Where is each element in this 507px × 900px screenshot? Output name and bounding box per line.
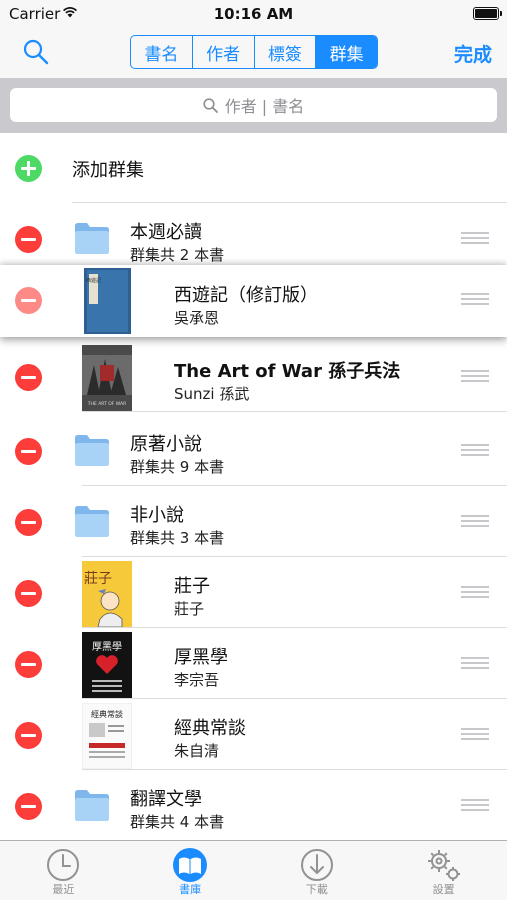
item-title: 原著小說 [130,434,202,455]
item-title: 本週必讀 [130,222,202,243]
battery-icon [473,7,502,20]
book-cover-xiyouji: 西遊記 [84,268,131,334]
tab-label: 書庫 [179,883,202,896]
segment-tags[interactable]: 標簽 [255,36,317,68]
tab-settings[interactable]: 設置 [380,841,507,900]
cover-text: 厚黑學 [92,640,122,653]
delete-icon[interactable] [15,287,42,314]
reorder-handle-icon[interactable] [461,232,489,244]
folder-icon [75,790,109,821]
tab-label: 下載 [305,883,328,896]
sort-segmented-control: 書名 作者 標簽 群集 [130,35,378,69]
segment-title[interactable]: 書名 [131,36,193,68]
add-collection-row[interactable]: 添加群集 [0,133,507,203]
list-item[interactable]: THE ART OF WAR The Art of War 孫子兵法 Sunzi… [0,342,507,412]
tab-label: 設置 [432,883,455,896]
list-item[interactable]: 翻譯文學 群集共 4 本書 [0,771,507,841]
reorder-handle-icon[interactable] [461,370,489,382]
search-placeholder: 作者 | 書名 [224,97,305,116]
segment-collections[interactable]: 群集 [316,36,377,68]
book-cover-houheixue: 厚黑學 [82,632,132,698]
item-subtitle: 朱自清 [174,742,220,760]
delete-icon[interactable] [15,438,42,465]
delete-icon[interactable] [15,793,42,820]
item-subtitle: 群集共 3 本書 [130,529,225,547]
list-item[interactable]: 原著小說 群集共 9 本書 [0,416,507,486]
add-icon[interactable] [15,155,42,182]
item-title: 翻譯文學 [130,789,202,810]
tab-recent[interactable]: 最近 [0,841,127,900]
item-subtitle: 群集共 9 本書 [130,458,225,476]
add-collection-label: 添加群集 [72,160,144,181]
navigation-bar: 書名 作者 標簽 群集 完成 [0,28,507,78]
item-title: 經典常談 [174,718,246,739]
list-item[interactable]: 莊子 莊子 莊子 [0,558,507,628]
clock-icon [47,849,80,881]
search-icon [203,97,218,113]
delete-icon[interactable] [15,364,42,391]
book-cover-zhuangzi: 莊子 [82,561,132,627]
reorder-handle-icon[interactable] [461,293,489,305]
done-button[interactable]: 完成 [454,40,492,67]
status-bar: Carrier 10:16 AM [0,0,507,28]
item-title: The Art of War 孫子兵法 [174,361,401,382]
reorder-handle-icon[interactable] [461,728,489,740]
delete-icon[interactable] [15,226,42,253]
reorder-handle-icon[interactable] [461,586,489,598]
item-title: 莊子 [174,576,210,597]
cover-text: 經典常談 [91,709,123,719]
list-item[interactable]: 本週必讀 群集共 2 本書 [0,204,507,274]
search-input[interactable]: 作者 | 書名 [10,88,497,122]
item-subtitle: 吳承恩 [174,309,220,327]
cover-text: 莊子 [84,571,112,587]
delete-icon[interactable] [15,509,42,536]
cover-text: 西遊記 [86,277,101,284]
item-title: 西遊記（修訂版） [174,285,318,306]
tab-bar: 最近 書庫 下載 設置 [0,840,507,900]
item-subtitle: Sunzi 孫武 [174,385,250,403]
list-item[interactable]: 經典常談 經典常談 朱自清 [0,700,507,770]
reorder-handle-icon[interactable] [461,657,489,669]
tab-library[interactable]: 書庫 [127,841,254,900]
book-icon [173,848,208,882]
item-title: 厚黑學 [174,647,228,668]
reorder-handle-icon[interactable] [461,799,489,811]
segment-author[interactable]: 作者 [193,36,255,68]
search-bar: 作者 | 書名 [0,78,507,133]
download-icon [300,849,333,881]
delete-icon[interactable] [15,651,42,678]
item-title: 非小說 [130,505,184,526]
gear-icon [427,850,460,881]
book-cover-jingdian: 經典常談 [82,703,132,769]
delete-icon[interactable] [15,722,42,749]
item-subtitle: 莊子 [174,600,205,618]
item-subtitle: 李宗吾 [174,671,220,689]
list-item-dragging[interactable]: 西遊記 西遊記（修訂版） 吳承恩 [0,265,507,337]
delete-icon[interactable] [15,580,42,607]
search-icon[interactable] [22,38,50,66]
folder-icon [75,506,109,537]
list-item[interactable]: 厚黑學 厚黑學 李宗吾 [0,629,507,699]
item-subtitle: 群集共 2 本書 [130,246,225,264]
reorder-handle-icon[interactable] [461,515,489,527]
tab-label: 最近 [52,883,75,896]
item-subtitle: 群集共 4 本書 [130,813,225,831]
folder-icon [75,223,109,254]
reorder-handle-icon[interactable] [461,444,489,456]
tab-download[interactable]: 下載 [254,841,381,900]
clock-time: 10:16 AM [213,5,294,23]
cover-text: THE ART OF WAR [87,401,126,407]
folder-icon [75,435,109,466]
list-item[interactable]: 非小說 群集共 3 本書 [0,487,507,557]
book-cover-art-of-war: THE ART OF WAR [82,345,132,411]
